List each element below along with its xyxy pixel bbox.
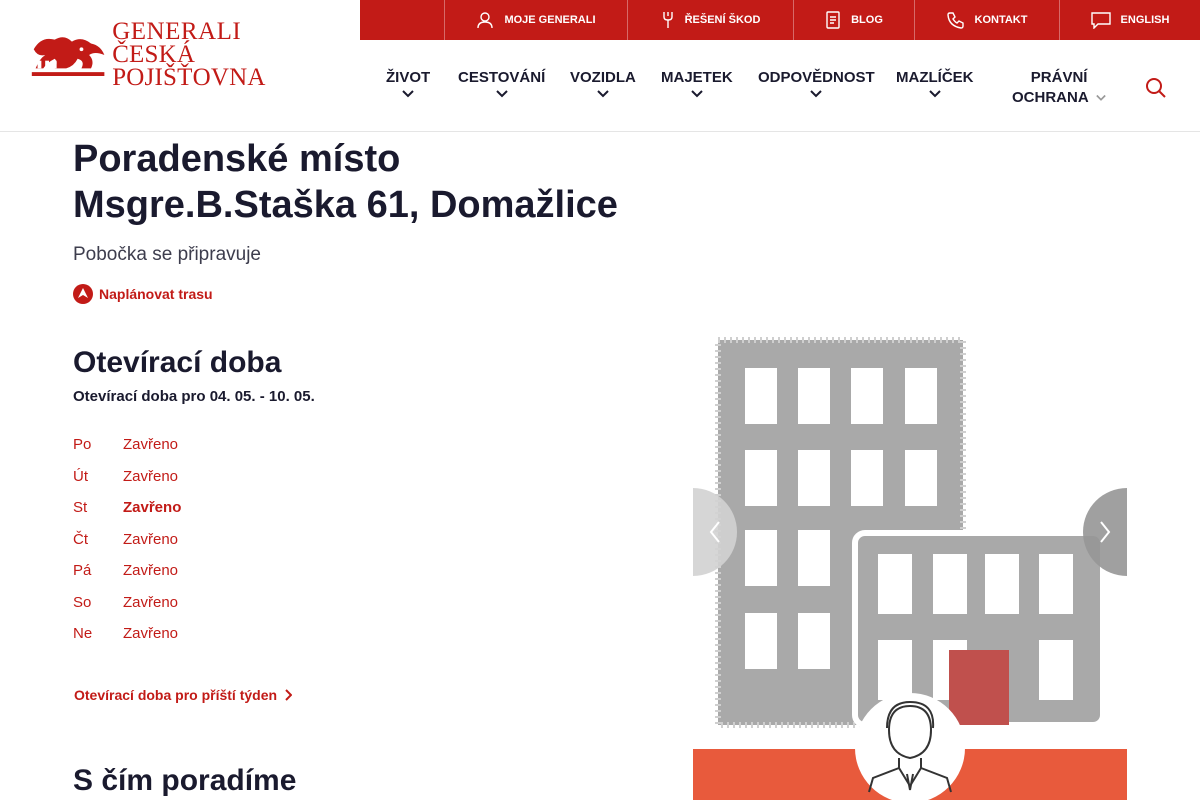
chat-icon [1090,12,1111,29]
chevron-down-icon [495,90,508,98]
topbar-label: KONTAKT [974,14,1028,26]
moje-generali-link[interactable]: MOJE GENERALI [445,0,628,40]
nav-label: CESTOVÁNÍ [458,69,546,86]
hours-row: Po Zavřeno [73,436,273,468]
contact-link[interactable]: KONTAKT [915,0,1060,40]
site-header: GENERALI ČESKÁ POJIŠŤOVNA MOJE GENERALI … [0,0,1200,132]
chevron-down-icon [1096,94,1107,101]
nav-label: PRÁVNÍ [1030,69,1088,86]
hours-day: Pá [73,562,92,579]
search-icon[interactable] [1144,76,1168,100]
building-illustration [693,337,1127,800]
logo-line1: GENERALI [112,17,242,45]
utility-bar-spacer [360,0,445,40]
hours-row: Pá Zavřeno [73,562,273,594]
english-link[interactable]: ENGLISH [1060,0,1200,40]
opening-hours-heading: Otevírací doba [73,346,282,379]
document-icon [826,11,840,29]
hours-day: St [73,499,88,516]
nav-item-odpovednost[interactable]: ODPOVĚDNOST [758,68,875,98]
nav-label: MAJETEK [661,69,733,86]
nav-label: ŽIVOT [386,69,431,86]
branch-image-carousel [693,330,1127,800]
chevron-right-icon [285,689,293,701]
generali-logo[interactable]: GENERALI ČESKÁ POJIŠŤOVNA [28,19,344,90]
branch-status: Pobočka se připravuje [73,244,261,265]
hours-value: Zavřeno [123,499,182,516]
hours-value: Zavřeno [123,562,179,579]
lion-icon [31,37,105,76]
nav-label: MAZLÍČEK [896,69,974,86]
nav-item-pravni-ochrana[interactable]: PRÁVNÍ OCHRANA [1012,68,1107,108]
hours-day: So [73,593,92,611]
advice-heading: S čím poradíme [73,764,297,797]
chevron-down-icon [597,90,609,98]
nav-label: OCHRANA [1012,89,1089,106]
wrench-icon [662,12,673,28]
nav-label: ODPOVĚDNOST [758,69,875,86]
page-title: Poradenské místo Msgre.B.Staška 61, Doma… [73,136,693,228]
plan-route-link[interactable]: Naplánovat trasu [73,284,213,304]
topbar-label: ENGLISH [1120,14,1170,26]
page-title-line1: Poradenské místo [73,138,401,180]
hours-row: St Zavřeno [73,499,273,531]
plan-route-label: Naplánovat trasu [99,286,213,302]
chevron-down-icon [810,90,823,98]
hours-row: Út Zavřeno [73,468,273,500]
hours-day: Ne [73,625,93,642]
topbar-label: MOJE GENERALI [504,14,596,26]
user-icon [477,12,494,29]
nav-label: VOZIDLA [570,69,636,86]
hours-day: Út [73,467,88,485]
chevron-right-icon [1100,521,1111,543]
hours-value: Zavřeno [123,593,179,611]
nav-item-cestovani[interactable]: CESTOVÁNÍ [458,68,545,98]
nav-label-line2-wrap: OCHRANA [1012,88,1107,108]
hours-row: Čt Zavřeno [73,531,273,563]
hours-value: Zavřeno [123,436,179,453]
topbar-label: ŘEŠENÍ ŠKOD [684,14,761,26]
main-navigation: ŽIVOT CESTOVÁNÍ VOZIDLA MAJETEK ODPOVĚDN… [376,40,1200,132]
hours-day: Po [73,436,92,453]
next-week-label: Otevírací doba pro příští týden [74,687,278,703]
chevron-down-icon [691,90,703,98]
topbar-label: BLOG [851,14,883,26]
claims-link[interactable]: ŘEŠENÍ ŠKOD [628,0,794,40]
chevron-down-icon [929,90,941,98]
nav-item-zivot[interactable]: ŽIVOT [386,68,430,98]
utility-bar: MOJE GENERALI ŘEŠENÍ ŠKOD BLOG KONTAKT E… [360,0,1200,40]
logo-line2: ČESKÁ POJIŠŤOVNA [112,40,266,91]
logo-text: GENERALI ČESKÁ POJIŠŤOVNA [112,17,344,91]
chevron-down-icon [402,90,414,98]
phone-icon [946,12,964,29]
opening-hours-table: Po Zavřeno Út Zavřeno St Zavřeno Čt Zavřeno … [73,436,273,657]
nav-item-mazlicek[interactable]: MAZLÍČEK [896,68,974,98]
hours-row: Ne Zavřeno [73,625,273,657]
hours-row: So Zavřeno [73,594,273,626]
hours-value: Zavřeno [123,530,179,548]
nav-item-vozidla[interactable]: VOZIDLA [570,68,636,98]
hours-value: Zavřeno [123,467,179,485]
next-week-hours-link[interactable]: Otevírací doba pro příští týden [74,687,293,703]
navigation-arrow-icon [73,284,93,304]
page-title-line2: Msgre.B.Staška 61, Domažlice [73,184,618,226]
blog-link[interactable]: BLOG [794,0,915,40]
nav-item-majetek[interactable]: MAJETEK [661,68,733,98]
opening-hours-range: Otevírací doba pro 04. 05. - 10. 05. [73,388,315,405]
hours-day: Čt [73,530,88,548]
hours-value: Zavřeno [123,625,179,642]
chevron-left-icon [709,521,720,543]
